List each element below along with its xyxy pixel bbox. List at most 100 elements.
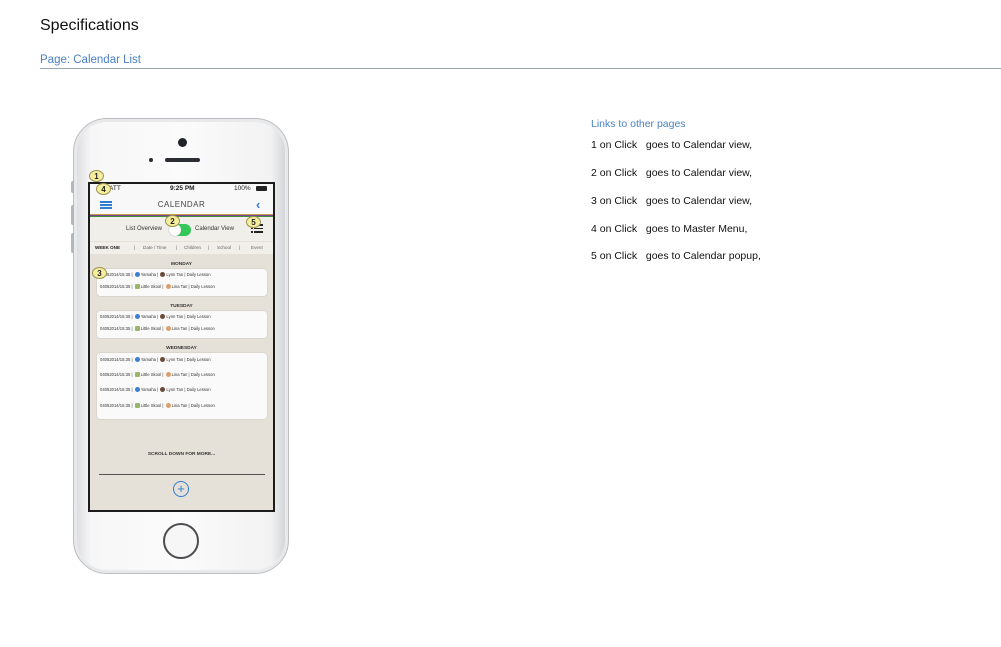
calendar-view-label: Calendar View [195,226,234,232]
event-row[interactable]: 04052014/15:35 | Little Skool | Lina Tan… [100,372,215,378]
filter-divider: | [134,245,136,250]
event-date: 04052014/15:35 [100,403,131,408]
event-school: Little Skool [140,326,162,331]
event-type: Daily Lesson [190,284,215,289]
spec-title: Specifications [40,17,139,34]
day-card: 04052014/15:35 | Yamaha | Lynn Tan | Dai… [97,269,267,296]
home-button[interactable] [163,523,199,559]
battery-icon [256,186,267,191]
event-child: Lynn Tan [166,272,184,277]
event-school: Yamaha [140,357,156,362]
school-icon [134,272,140,278]
event-row[interactable]: 04052014/15:35 | Yamaha | Lynn Tan | Dai… [100,387,211,393]
header-rule [40,68,1001,69]
list-overview-label: List Overview [126,226,163,232]
callout-marker: 1 [89,170,104,182]
link-description: 5 on Click goes to Calendar popup, [591,250,761,262]
callout-marker: 4 [96,183,111,195]
speaker [165,158,200,162]
battery-label: 100% [234,185,251,192]
event-date: 04052014/15:35 [100,372,131,377]
avatar [165,403,171,409]
add-event-button[interactable]: + [173,481,189,497]
event-row[interactable]: 04052014/15:35 | Little Skool | Lina Tan… [100,403,215,409]
event-type: Daily Lesson [186,357,211,362]
link-description: 4 on Click goes to Master Menu, [591,223,748,235]
event-child: Lynn Tan [166,357,184,362]
clock: 9:25 PM [170,185,195,192]
back-icon[interactable]: ‹ [256,197,260,212]
filter-divider: | [176,245,178,250]
event-child: Lynn Tan [166,387,184,392]
avatar [160,272,166,278]
filter-bar: WEEK ONE | Date / Time | Children | Scho… [90,242,273,254]
event-school: Little Skool [140,372,162,377]
day-card: 04052014/15:35 | Yamaha | Lynn Tan | Dai… [97,353,267,419]
event-school: Yamaha [140,314,156,319]
event-type: Daily Lesson [186,387,211,392]
proximity-sensor [149,158,153,162]
avatar [160,387,166,393]
links-title: Links to other pages [591,118,686,130]
day-heading: TUESDAY [170,304,193,309]
avatar [165,372,171,378]
link-description: 3 on Click goes to Calendar view, [591,195,753,207]
avatar [160,314,166,320]
school-icon [134,284,140,290]
event-school: Yamaha [140,387,156,392]
event-date: 04052014/15:35 [100,284,131,289]
phone-screen: ATT 9:25 PM 100% CALENDAR ‹ List Overvie… [88,182,275,512]
nav-title: CALENDAR [157,200,206,209]
filter-divider: | [239,245,241,250]
event-child: Lina Tan [171,403,188,408]
event-row[interactable]: 04052014/15:35 | Little Skool | Lina Tan… [100,326,215,332]
event-school: Little Skool [140,403,162,408]
event-row[interactable]: 04052014/15:35 | Yamaha | Lynn Tan | Dai… [100,314,211,320]
event-type: Daily Lesson [190,372,215,377]
school-icon [134,372,140,378]
filter-divider: | [208,245,210,250]
side-button [71,181,74,193]
event-child: Lina Tan [171,326,188,331]
bottom-divider [99,474,265,475]
scroll-more-label: SCROLL DOWN FOR MORE... [147,452,216,457]
status-bar: ATT 9:25 PM 100% [90,184,273,194]
school-icon [134,403,140,409]
event-school: Yamaha [140,272,156,277]
school-icon [134,357,140,363]
side-button [71,205,74,225]
day-heading: WEDNESDAY [166,346,197,351]
filter-children[interactable]: Children [184,245,201,250]
callout-marker: 2 [165,215,180,227]
event-type: Daily Lesson [190,403,215,408]
link-description: 2 on Click goes to Calendar view, [591,167,753,179]
school-icon [134,387,140,393]
event-type: Daily Lesson [190,326,215,331]
avatar [165,284,171,290]
camera [178,138,187,147]
event-date: 04052014/15:35 [100,357,131,362]
event-type: Daily Lesson [186,272,211,277]
school-icon [134,314,140,320]
event-row[interactable]: 04052014/15:35 | Yamaha | Lynn Tan | Dai… [100,357,211,363]
event-row[interactable]: 04052014/15:35 | Yamaha | Lynn Tan | Dai… [100,272,211,278]
side-button [71,233,74,253]
event-type: Daily Lesson [186,314,211,319]
filter-week[interactable]: WEEK ONE [95,245,120,250]
event-date: 04052014/15:35 [100,326,131,331]
filter-school[interactable]: School [217,245,231,250]
filter-date-time[interactable]: Date / Time [143,245,167,250]
event-child: Lina Tan [171,372,188,377]
event-child: Lina Tan [171,284,188,289]
callout-marker: 5 [246,216,261,228]
nav-bar: CALENDAR ‹ [90,194,273,214]
filter-event[interactable]: Event [251,245,263,250]
event-row[interactable]: 04052014/15:35 | Little Skool | Lina Tan… [100,284,215,290]
link-description: 1 on Click goes to Calendar view, [591,139,753,151]
page-label: Page: Calendar List [40,54,142,66]
event-child: Lynn Tan [166,314,184,319]
avatar [165,326,171,332]
avatar [160,357,166,363]
event-school: Little Skool [140,284,162,289]
day-heading: MONDAY [171,262,192,267]
